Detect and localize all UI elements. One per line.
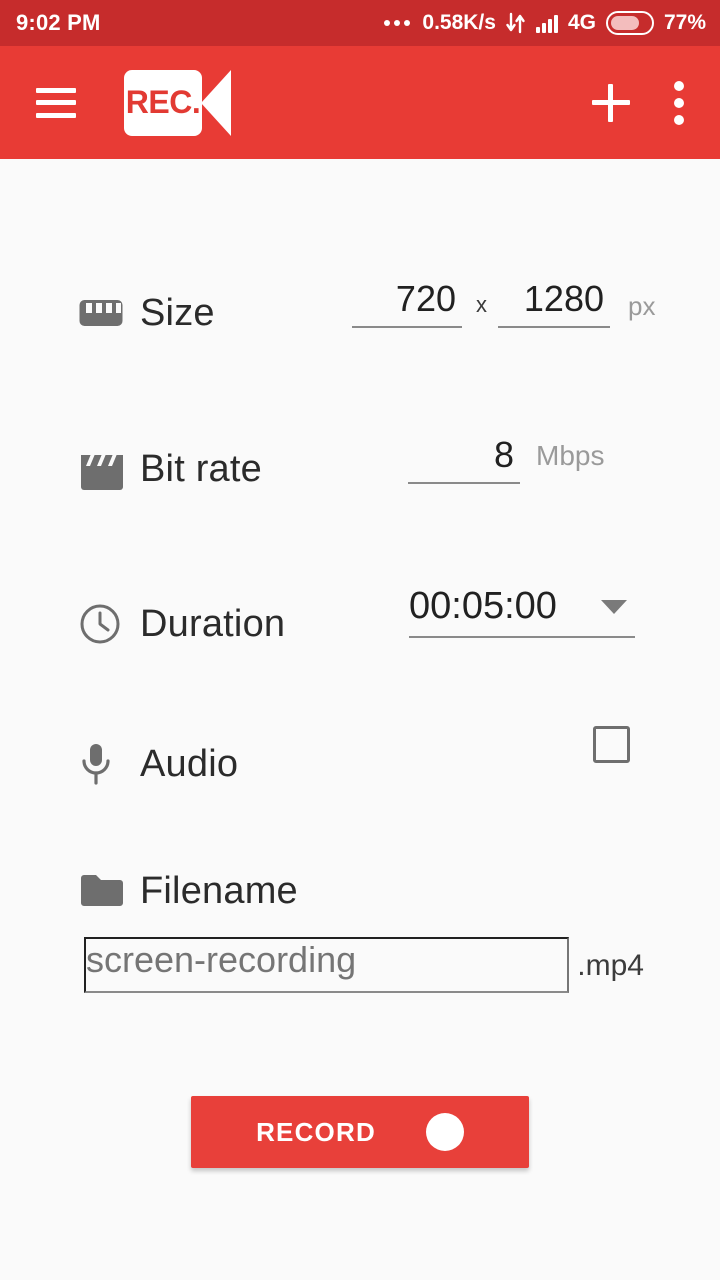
bitrate-unit-label: Mbps — [536, 440, 605, 471]
video-camera-lens-icon — [201, 69, 231, 136]
record-button[interactable]: RECORD — [191, 1096, 529, 1168]
ruler-icon — [78, 296, 134, 330]
setting-row-filename: Filename — [0, 856, 720, 926]
chevron-down-icon — [601, 599, 627, 614]
size-separator: x — [476, 292, 487, 317]
filename-input-wrap: .mp4 — [84, 937, 644, 993]
setting-label-filename: Filename — [140, 869, 298, 912]
network-speed-label: 0.58K/s — [422, 11, 496, 34]
record-dot-icon — [425, 1113, 464, 1151]
logo-text: REC. — [125, 84, 201, 120]
clapperboard-icon — [78, 447, 134, 491]
clock-icon — [78, 602, 134, 646]
setting-row-bitrate: Bit rate 8 Mbps — [0, 434, 720, 504]
app-bar: REC. — [0, 46, 720, 159]
microphone-icon — [78, 741, 134, 787]
bitrate-input[interactable]: 8 — [408, 434, 520, 484]
battery-percent-label: 77% — [663, 11, 706, 34]
network-type-label: 4G — [567, 11, 596, 34]
setting-label-bitrate: Bit rate — [140, 447, 262, 490]
status-bar-icons: 0.58K/s 4G 77% — [384, 11, 706, 35]
hamburger-menu-icon[interactable] — [36, 87, 76, 118]
record-button-label: RECORD — [256, 1116, 376, 1147]
status-bar: 9:02 PM 0.58K/s 4G 77% — [0, 0, 720, 46]
logo-body: REC. — [124, 69, 202, 136]
setting-row-size: Size 720 x 1280 px — [0, 278, 720, 348]
plus-icon[interactable] — [592, 83, 630, 122]
size-height-input[interactable]: 1280 — [498, 278, 610, 328]
filename-extension-label: .mp4 — [577, 949, 644, 982]
audio-checkbox[interactable] — [593, 726, 630, 763]
app-root: 9:02 PM 0.58K/s 4G 77% REC. Size 720 x 1… — [0, 0, 720, 1280]
setting-label-size: Size — [140, 291, 215, 334]
filename-input[interactable] — [84, 937, 570, 993]
setting-label-audio: Audio — [140, 742, 239, 785]
size-width-input[interactable]: 720 — [352, 278, 462, 328]
battery-icon — [605, 11, 654, 35]
status-bar-clock: 9:02 PM — [16, 10, 101, 35]
app-logo: REC. — [124, 69, 231, 136]
duration-value: 00:05:00 — [409, 585, 557, 627]
kebab-menu-icon[interactable] — [668, 77, 684, 129]
duration-select[interactable]: 00:05:00 — [409, 585, 635, 638]
setting-label-duration: Duration — [140, 602, 286, 645]
size-unit-label: px — [628, 291, 656, 321]
more-dots-icon — [384, 20, 411, 26]
folder-icon — [78, 872, 134, 910]
setting-row-audio: Audio — [0, 726, 720, 799]
setting-row-duration: Duration 00:05:00 — [0, 585, 720, 659]
data-transfer-arrows-icon — [506, 12, 526, 34]
app-bar-actions — [592, 77, 684, 129]
settings-list: Size 720 x 1280 px Bit rate 8 Mbps Durat… — [0, 159, 720, 1280]
signal-bars-icon — [535, 13, 558, 33]
size-fields: 720 x 1280 px — [352, 278, 655, 328]
